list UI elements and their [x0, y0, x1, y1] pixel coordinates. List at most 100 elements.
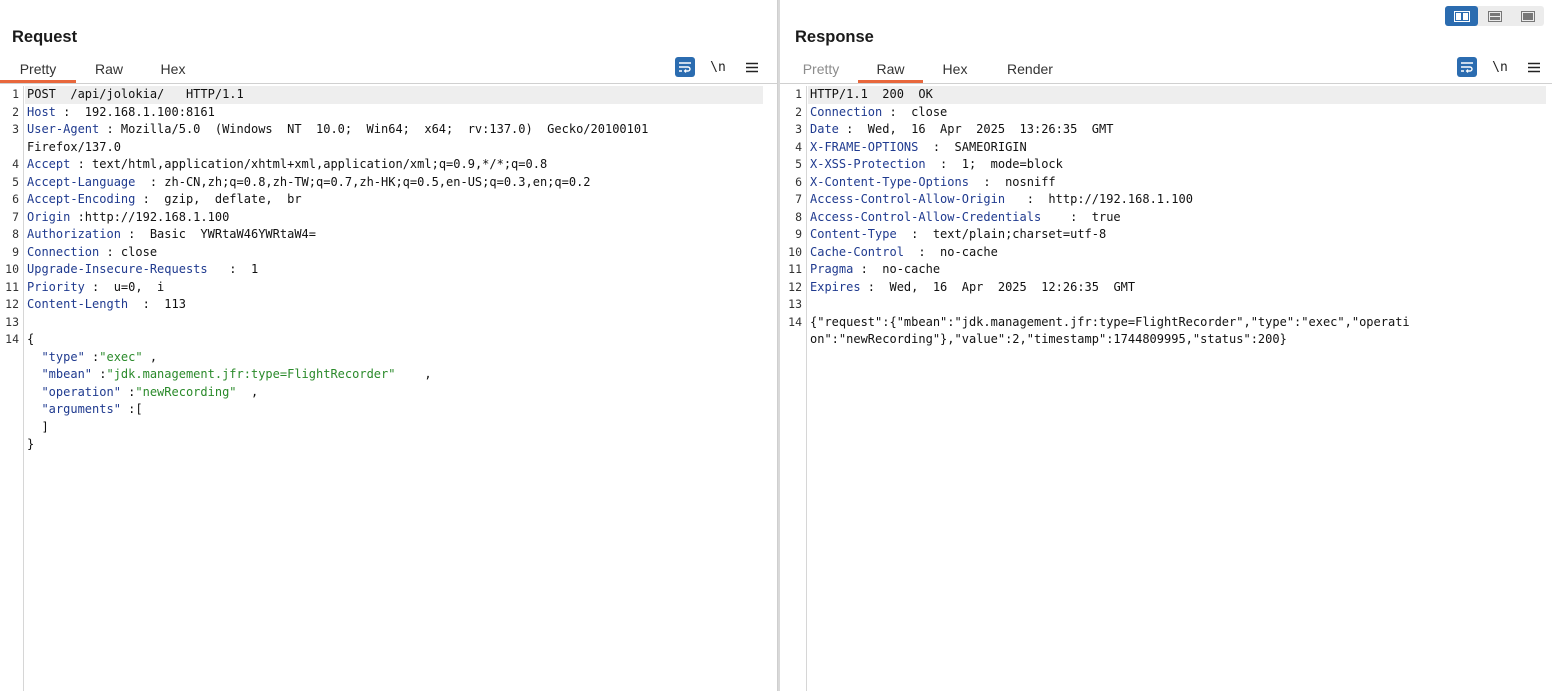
line-number: 14: [788, 314, 802, 329]
code-line: }: [0, 436, 777, 454]
line-content: on":"newRecording"},"value":2,"timestamp…: [810, 331, 1287, 349]
code-line: on":"newRecording"},"value":2,"timestamp…: [780, 331, 1552, 349]
wrap-lines-icon[interactable]: [675, 57, 695, 77]
response-toolbar: \n: [1457, 57, 1544, 77]
line-number: 13: [788, 297, 802, 311]
split-vertical-view-icon[interactable]: [1478, 6, 1511, 26]
response-title: Response: [795, 28, 874, 46]
json-string-value: "newRecording": [135, 384, 237, 399]
line-content: Connection : close: [810, 104, 947, 122]
header-value: : no-cache: [853, 262, 941, 276]
header-value: ]: [27, 419, 49, 434]
code-line: 3 User-Agent : Mozilla/5.0 (Windows NT 10…: [0, 121, 777, 139]
tab-response-raw[interactable]: Raw: [858, 60, 923, 83]
header-value: : 192.168.1.100:8161: [55, 104, 215, 119]
code-line: 7 Access-Control-Allow-Origin : http://19…: [780, 191, 1552, 209]
header-value: : zh-CN,zh;q=0.8,zh-TW;q=0.7,zh-HK;q=0.5…: [135, 174, 591, 189]
header-value: :[: [120, 402, 143, 416]
line-content: Authorization : Basic YWRtaW46YWRtaW4=: [27, 226, 316, 244]
code-line: 14 {: [0, 331, 777, 349]
line-content: X-XSS-Protection : 1; mode=block: [810, 156, 1063, 174]
line-content: X-Content-Type-Options : nosniff: [810, 174, 1056, 192]
header-value: : text/html,application/xhtml+xml,applic…: [70, 157, 548, 171]
request-editor[interactable]: 1 POST /api/jolokia/ HTTP/1.1 2 Host : 192.…: [0, 86, 777, 691]
response-lines: 1 HTTP/1.1 200 OK 2 Connection : close 3 Date…: [780, 86, 1552, 349]
code-line: ]: [0, 419, 777, 437]
header-name: Content-Length: [27, 297, 129, 311]
json-punctuation: ,: [142, 349, 158, 364]
header-value: :: [84, 349, 100, 364]
line-number: 10: [788, 244, 802, 259]
code-line: 5 Accept-Language : zh-CN,zh;q=0.8,zh-TW;…: [0, 174, 777, 192]
tab-request-hex[interactable]: Hex: [142, 60, 204, 83]
line-number: 2: [12, 104, 19, 119]
line-number: 8: [12, 227, 19, 241]
header-name: "arguments": [27, 402, 121, 416]
split-horizontal-view-icon[interactable]: [1445, 6, 1478, 26]
header-value: Firefox/137.0: [27, 139, 121, 154]
header-name: Accept-Encoding: [27, 192, 136, 206]
line-number: 13: [5, 314, 19, 329]
header-value: : Basic YWRtaW46YWRtaW4=: [120, 227, 316, 241]
tab-response-pretty[interactable]: Pretty: [784, 60, 858, 83]
code-line: "operation" :"newRecording" ,: [0, 384, 777, 402]
request-lines: 1 POST /api/jolokia/ HTTP/1.1 2 Host : 192.…: [0, 86, 777, 454]
header-value: : nosniff: [968, 174, 1056, 189]
code-line: 10 Upgrade-Insecure-Requests : 1: [0, 261, 777, 279]
single-panel-view-icon[interactable]: [1511, 6, 1544, 26]
header-value: : text/plain;charset=utf-8: [896, 227, 1107, 241]
request-title: Request: [12, 28, 78, 46]
wrap-lines-icon[interactable]: [1457, 57, 1477, 77]
line-content: Content-Type : text/plain;charset=utf-8: [810, 226, 1106, 244]
header-name: Priority: [27, 279, 85, 294]
code-line: 7 Origin :http://192.168.1.100: [0, 209, 777, 227]
line-content: {: [27, 331, 34, 349]
line-content: Accept-Language : zh-CN,zh;q=0.8,zh-TW;q…: [27, 174, 591, 192]
header-value: : gzip, deflate, br: [135, 192, 302, 206]
line-number: 12: [5, 297, 19, 311]
header-value: {: [27, 332, 35, 346]
header-name: Host: [27, 104, 56, 119]
header-name: Authorization: [27, 227, 121, 241]
line-content: {"request":{"mbean":"jdk.management.jfr:…: [810, 314, 1410, 332]
code-line: 10 Cache-Control : no-cache: [780, 244, 1552, 262]
header-name: Origin: [27, 209, 71, 224]
line-content: Connection : close: [27, 244, 157, 262]
line-content: Access-Control-Allow-Origin : http://192…: [810, 191, 1193, 209]
tab-request-raw[interactable]: Raw: [76, 60, 142, 83]
line-number: 4: [12, 157, 19, 171]
response-editor[interactable]: 1 HTTP/1.1 200 OK 2 Connection : close 3 Date…: [780, 86, 1552, 691]
header-value: : close: [882, 104, 948, 119]
line-number: 9: [12, 244, 19, 259]
header-value: : SAMEORIGIN: [918, 139, 1027, 154]
header-name: Cache-Control: [810, 244, 904, 259]
tab-request-pretty[interactable]: Pretty: [0, 60, 76, 83]
code-line: 2 Host : 192.168.1.100:8161: [0, 104, 777, 122]
header-value: : Wed, 16 Apr 2025 12:26:35 GMT: [860, 279, 1136, 294]
tab-response-hex[interactable]: Hex: [923, 60, 987, 83]
header-value: on":"newRecording"},"value":2,"timestamp…: [810, 332, 1287, 346]
newline-toggle-button[interactable]: \n: [708, 57, 728, 77]
line-content: Priority : u=0, i: [27, 279, 164, 297]
hamburger-menu-icon[interactable]: [742, 57, 762, 77]
header-name: Connection: [810, 104, 883, 119]
code-line: 6 X-Content-Type-Options : nosniff: [780, 174, 1552, 192]
header-value: : Wed, 16 Apr 2025 13:26:35 GMT: [838, 122, 1114, 136]
line-number: 4: [795, 139, 802, 154]
header-name: Accept-Language: [27, 174, 136, 189]
newline-toggle-button[interactable]: \n: [1490, 57, 1510, 77]
header-value: : no-cache: [903, 244, 998, 259]
header-name: "type": [27, 349, 85, 364]
tab-response-render[interactable]: Render: [987, 60, 1073, 83]
response-pane: Response Pretty Raw Hex Render \n 1 HTTP/…: [780, 0, 1552, 691]
hamburger-menu-icon[interactable]: [1524, 57, 1544, 77]
line-content: Host : 192.168.1.100:8161: [27, 104, 215, 122]
code-line: 4 Accept : text/html,application/xhtml+xm…: [0, 156, 777, 174]
header-value: : 1: [207, 262, 259, 276]
header-name: Content-Type: [810, 227, 897, 241]
line-content: Upgrade-Insecure-Requests : 1: [27, 261, 258, 279]
code-line: 12 Expires : Wed, 16 Apr 2025 12:26:35 GM…: [780, 279, 1552, 297]
line-number: 5: [795, 157, 802, 171]
line-content: Date : Wed, 16 Apr 2025 13:26:35 GMT: [810, 121, 1113, 139]
code-line: "mbean" :"jdk.management.jfr:type=Flight…: [0, 366, 777, 384]
